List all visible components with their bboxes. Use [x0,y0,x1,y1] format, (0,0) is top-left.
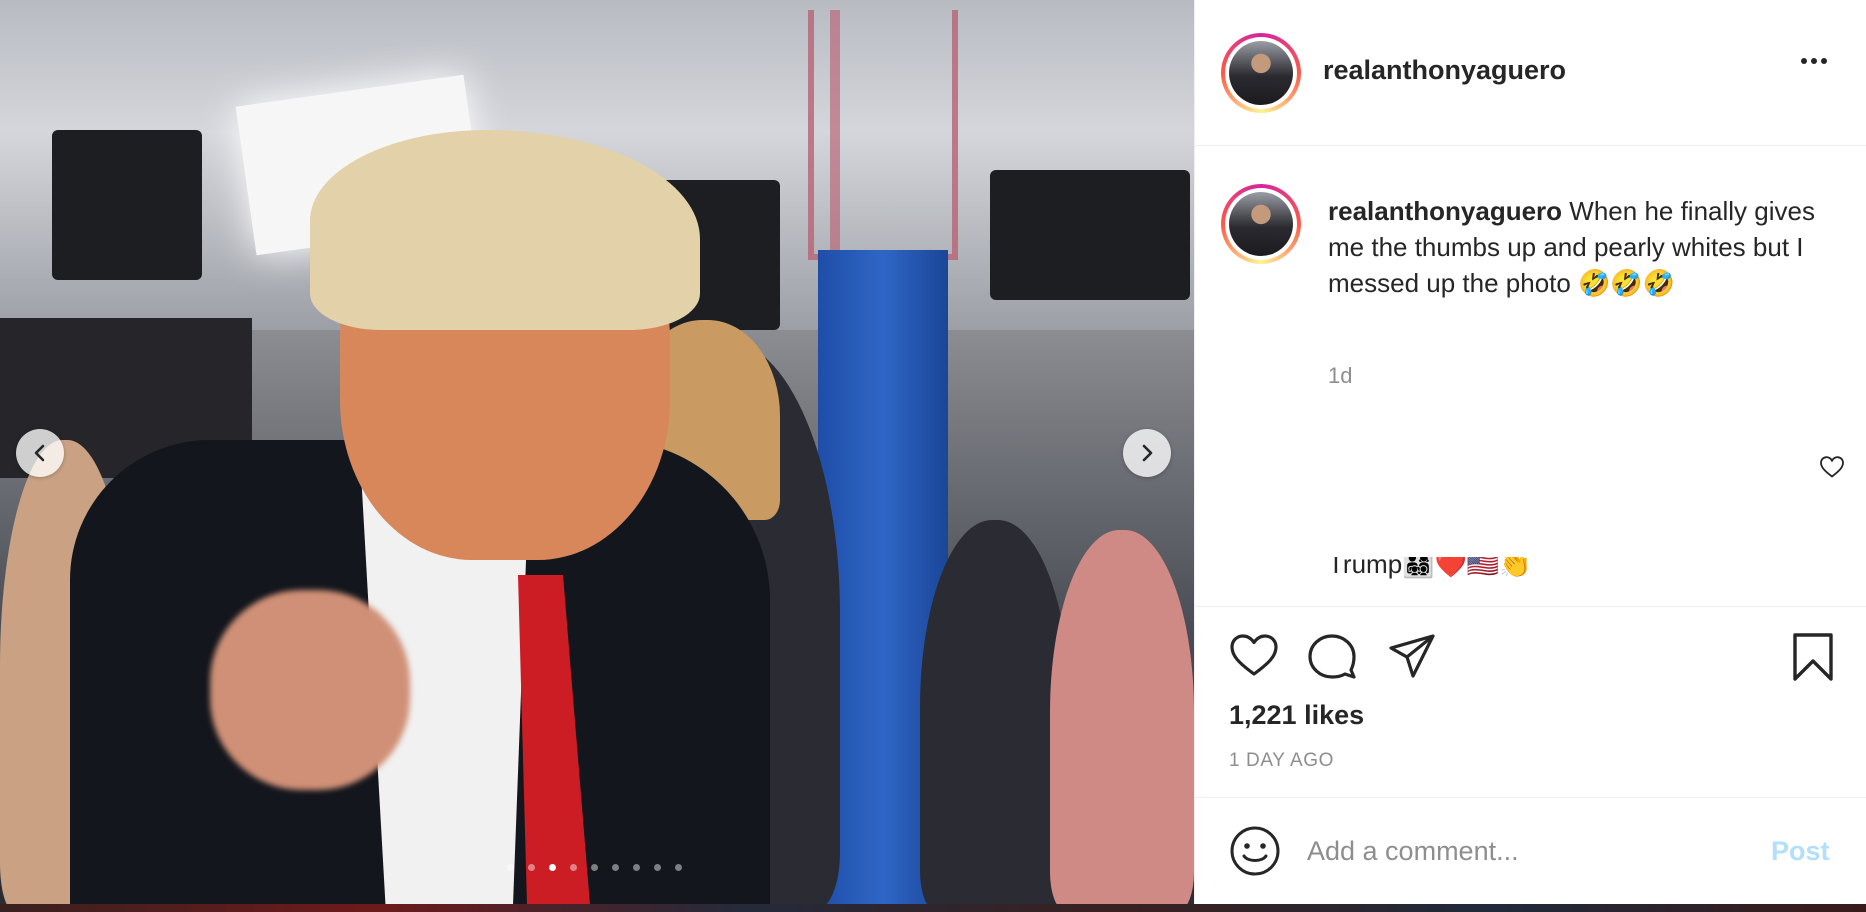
post-media[interactable] [0,0,1194,904]
heart-icon[interactable] [1819,455,1845,479]
carousel-dot [528,864,535,871]
avatar[interactable] [1221,33,1301,113]
carousel-dot [549,864,556,871]
photo-person [1050,530,1194,904]
carousel-next-button[interactable] [1123,429,1171,477]
chevron-right-icon [1142,444,1153,462]
post-date[interactable]: 1 DAY AGO [1229,750,1334,772]
partial-comment: Trump👨‍👩‍👧‍👦❤️🇺🇸👏 [1328,557,1532,579]
post-caption: realanthonyaguero When he finally gives … [1328,193,1828,301]
likes-count[interactable]: 1,221 likes [1229,700,1364,731]
post-side-panel: realanthonyaguero realanthonyaguero When… [1194,0,1866,904]
post-comment-button[interactable]: Post [1771,836,1830,867]
add-comment-form: Post [1195,798,1866,904]
bookmark-icon[interactable] [1791,632,1835,682]
window-bottom-edge [0,904,1866,912]
caption-username[interactable]: realanthonyaguero [1328,196,1562,226]
caption-timestamp[interactable]: 1d [1328,363,1352,389]
carousel-dot [654,864,661,871]
avatar-image [1229,41,1293,105]
carousel-dot [633,864,640,871]
photo-fixture [52,130,202,280]
comments-section[interactable]: realanthonyaguero When he finally gives … [1195,147,1866,607]
more-options-icon [1801,58,1807,64]
avatar-image [1229,192,1293,256]
post-actions: 1,221 likes 1 DAY AGO [1195,608,1866,798]
more-options-button[interactable] [1801,58,1827,64]
comment-icon[interactable] [1307,632,1357,680]
photo-truss [830,10,840,260]
photo-fist [210,590,410,790]
caption-avatar[interactable] [1221,184,1301,264]
post-author-username[interactable]: realanthonyaguero [1323,55,1566,86]
carousel-prev-button[interactable] [16,429,64,477]
carousel-indicator [507,864,682,871]
post-header: realanthonyaguero [1195,0,1866,146]
photo-fixture [990,170,1190,300]
carousel-dot [591,864,598,871]
comment-input[interactable] [1307,828,1727,874]
carousel-dot [570,864,577,871]
carousel-dot [507,864,514,871]
carousel-dot [675,864,682,871]
carousel-dot [612,864,619,871]
paper-plane-icon[interactable] [1387,632,1437,680]
heart-icon[interactable] [1229,632,1279,678]
photo-person [920,520,1070,904]
chevron-left-icon [34,444,45,462]
smiley-icon[interactable] [1229,825,1281,877]
